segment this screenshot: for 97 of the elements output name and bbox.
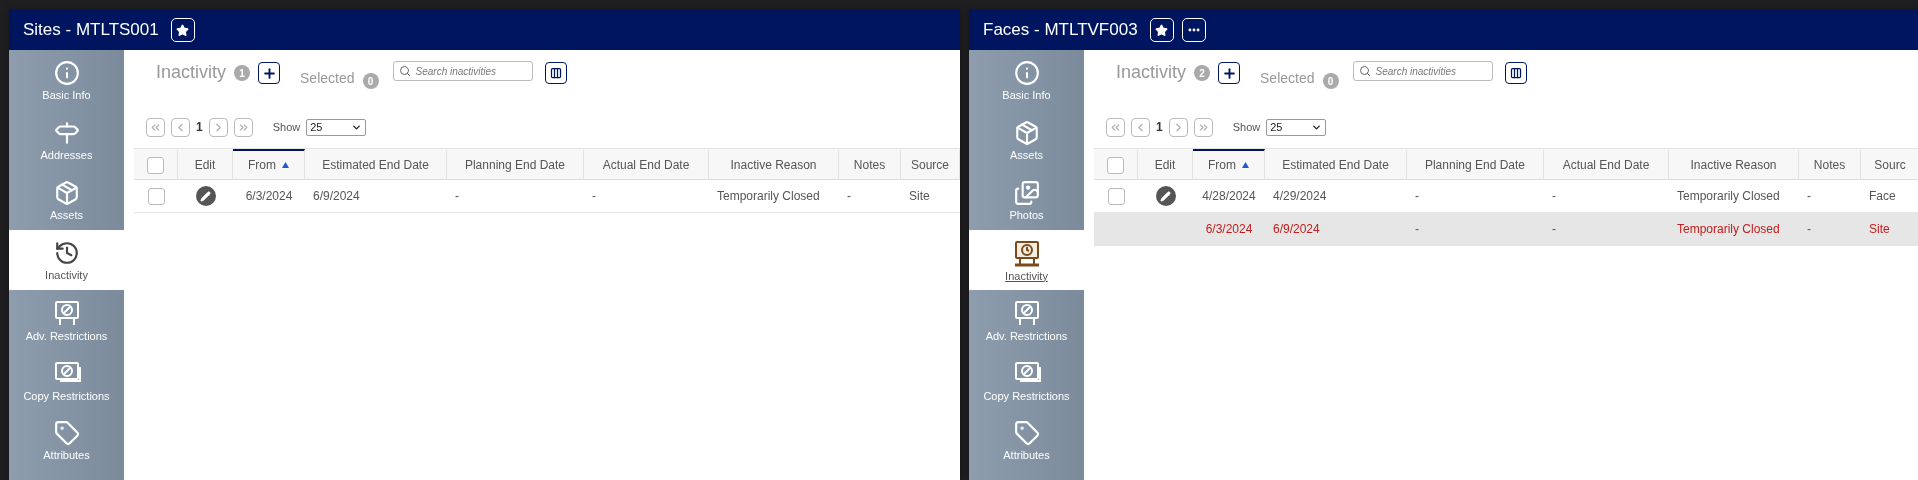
history-icon: [53, 239, 80, 266]
next-page-button[interactable]: [1168, 117, 1188, 137]
column-header[interactable]: Source: [901, 149, 960, 179]
column-header[interactable]: Actual End Date: [584, 149, 709, 179]
selected-label: Selected: [300, 70, 355, 86]
count-badge: 2: [1194, 65, 1211, 81]
search-box[interactable]: Search inactivities: [392, 61, 533, 81]
search-box[interactable]: Search inactivities: [1352, 61, 1493, 81]
pencil-icon: [1160, 190, 1171, 202]
table-cell-text: 6/3/2024: [244, 188, 294, 205]
search-icon: [1358, 65, 1371, 77]
add-button[interactable]: [1218, 62, 1241, 84]
select-all-checkbox[interactable]: [147, 156, 164, 174]
page-number: 1: [1156, 120, 1163, 134]
sidebar-item[interactable]: Inactivity: [9, 230, 124, 290]
next-page-button[interactable]: [208, 117, 228, 137]
table-cell-text: -: [1551, 188, 1557, 205]
table-cell-text: 6/9/2024: [1272, 221, 1321, 238]
columns-button[interactable]: [544, 62, 567, 84]
column-header[interactable]: Estimated End Date: [305, 149, 447, 179]
column-header[interactable]: Inactive Reason: [709, 149, 839, 179]
signpost-icon: [53, 119, 80, 146]
selected-label: Selected: [1260, 70, 1315, 86]
section-title: Inactivity: [1116, 62, 1187, 83]
more-button[interactable]: [1181, 18, 1206, 42]
selected-count-badge: 0: [1322, 73, 1339, 89]
column-header[interactable]: Notes: [839, 149, 901, 179]
table-cell-text: Site: [1868, 221, 1891, 238]
select-all-checkbox[interactable]: [1107, 156, 1124, 174]
table-cell-text: 4/28/2024: [1201, 188, 1257, 205]
column-header[interactable]: Estimated End Date: [1265, 149, 1407, 179]
table-cell-text: Temporarily Closed: [1676, 188, 1781, 205]
table-cell-text: -: [1414, 188, 1420, 205]
table-cell-text: -: [591, 188, 597, 205]
photos-icon: [1013, 179, 1040, 206]
previous-page-button[interactable]: [1131, 117, 1150, 137]
sidebar-item[interactable]: Inactivity: [969, 230, 1084, 290]
window-title: Sites - MTLTS001: [23, 20, 159, 40]
box-icon: [53, 179, 80, 206]
column-header[interactable]: Edit: [1138, 149, 1193, 179]
columns-icon: [1509, 67, 1522, 79]
last-page-button[interactable]: [233, 117, 253, 137]
row-checkbox[interactable]: [1107, 187, 1125, 205]
show-label: Show: [272, 121, 301, 133]
column-header[interactable]: Notes: [1799, 149, 1861, 179]
column-header[interactable]: Inactive Reason: [1669, 149, 1799, 179]
table-cell-text: 6/3/2024: [1204, 221, 1254, 238]
table-cell-text: -: [1551, 221, 1557, 238]
last-page-button[interactable]: [1193, 117, 1213, 137]
table-cell-text: Face: [1868, 188, 1897, 205]
window-title: Faces - MTLTVF003: [983, 20, 1138, 40]
tag-icon: [53, 419, 80, 446]
column-header[interactable]: Planning End Date: [447, 149, 584, 179]
info-icon: [1013, 59, 1040, 86]
sort-ascending-icon: [282, 162, 289, 168]
table-cell-text: -: [1806, 221, 1812, 238]
favorite-button[interactable]: [170, 18, 195, 42]
previous-page-button[interactable]: [171, 117, 190, 137]
section-title: Inactivity: [156, 62, 227, 83]
table-cell-text: Site: [908, 188, 931, 205]
page-size-select[interactable]: 25: [1266, 118, 1327, 136]
first-page-button[interactable]: [146, 117, 165, 137]
pencil-icon: [200, 190, 211, 202]
search-icon: [398, 65, 411, 77]
count-badge: 1: [234, 65, 251, 81]
star-icon: [176, 23, 190, 37]
selected-count-badge: 0: [362, 73, 379, 89]
table-cell-text: Temporarily Closed: [1676, 221, 1781, 238]
column-header[interactable]: Sourc: [1861, 149, 1918, 179]
table-cell-text: -: [1414, 221, 1420, 238]
info-icon: [53, 59, 80, 86]
first-page-button[interactable]: [1106, 117, 1125, 137]
tag-icon: [1013, 419, 1040, 446]
table-cell-text: 4/29/2024: [1272, 188, 1328, 205]
page-number: 1: [196, 120, 203, 134]
plus-icon: [261, 65, 277, 81]
column-header[interactable]: Planning End Date: [1407, 149, 1544, 179]
page-size-select[interactable]: 25: [306, 118, 367, 136]
column-header[interactable]: Actual End Date: [1544, 149, 1669, 179]
edit-button[interactable]: [1155, 186, 1176, 206]
row-checkbox[interactable]: [147, 187, 165, 205]
sort-ascending-icon: [1242, 162, 1249, 168]
add-button[interactable]: [258, 62, 281, 84]
table-cell-text: 6/9/2024: [312, 188, 361, 205]
columns-button[interactable]: [1504, 62, 1527, 84]
edit-button[interactable]: [195, 186, 216, 206]
table-cell-text: -: [454, 188, 460, 205]
plus-icon: [1221, 65, 1237, 81]
star-icon: [1155, 23, 1169, 37]
column-header[interactable]: Edit: [178, 149, 233, 179]
show-label: Show: [1232, 121, 1261, 133]
favorite-button[interactable]: [1149, 18, 1174, 42]
box-icon: [1013, 119, 1040, 146]
table-cell-text: -: [846, 188, 852, 205]
table-cell-text: Temporarily Closed: [716, 188, 821, 205]
columns-icon: [549, 67, 562, 79]
table-cell-text: -: [1806, 188, 1812, 205]
